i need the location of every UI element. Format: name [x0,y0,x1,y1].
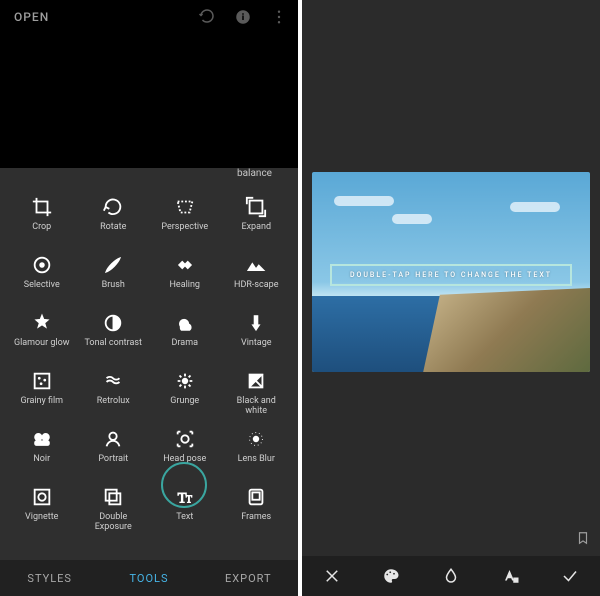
tool-grainy[interactable]: Grainy film [6,364,78,422]
tool-grunge[interactable]: Grunge [149,364,221,422]
tool-label: Vintage [241,338,272,348]
tool-label: Glamour glow [14,338,70,348]
tool-label: Grunge [170,396,199,406]
tool-label: Brush [102,280,125,290]
tool-rotate[interactable]: Rotate [78,190,150,248]
cancel-button[interactable] [302,567,362,585]
brush-icon [102,254,124,276]
portrait-icon [102,428,124,450]
lensblur-icon [245,428,267,450]
confirm-button[interactable] [540,567,600,585]
headpose-icon [174,428,196,450]
healing-icon [174,254,196,276]
tool-label: Frames [241,512,271,522]
tool-vignette[interactable]: Vignette [6,480,78,538]
tool-headpose[interactable]: Head pose [149,422,221,480]
rotate-icon [102,196,124,218]
tool-drama[interactable]: Drama [149,306,221,364]
tool-retrolux[interactable]: Retrolux [78,364,150,422]
bw-icon [245,370,267,392]
tool-label: Noir [33,454,50,464]
tool-label: Black and white [226,396,286,416]
text-overlay[interactable]: DOUBLE-TAP HERE TO CHANGE THE TEXT [330,264,572,286]
tool-label: Perspective [161,222,208,232]
text-style-button[interactable] [481,567,541,585]
text-overlay-label: DOUBLE-TAP HERE TO CHANGE THE TEXT [350,271,552,279]
tool-label: Portrait [98,454,128,464]
tool-brush[interactable]: Brush [78,248,150,306]
tool-label: Healing [170,280,201,290]
tool-lensblur[interactable]: Lens Blur [221,422,293,480]
tab-tools[interactable]: TOOLS [99,560,198,596]
photo-cloud [392,214,432,224]
photo-cloud [510,202,560,212]
tool-label: Text [176,512,193,522]
crop-icon [31,196,53,218]
image-canvas: OPEN [0,0,298,168]
tool-bw[interactable]: Black and white [221,364,293,422]
tab-export[interactable]: EXPORT [199,560,298,596]
perspective-icon [174,196,196,218]
vintage-icon [245,312,267,334]
drama-icon [174,312,196,334]
tool-frames[interactable]: Frames [221,480,293,538]
open-button[interactable]: OPEN [14,10,49,24]
color-button[interactable] [362,567,422,585]
opacity-button[interactable] [421,567,481,585]
grainy-icon [31,370,53,392]
photo-land [423,288,590,372]
more-icon[interactable] [270,8,288,30]
bookmark-icon[interactable] [576,530,590,550]
undo-stack-icon[interactable] [198,8,216,30]
grunge-icon [174,370,196,392]
overflow-tool-label: balance [0,168,298,186]
tool-label: Vignette [25,512,58,522]
tool-label: Expand [241,222,271,232]
glamour-icon [31,312,53,334]
tool-label: HDR-scape [234,280,278,290]
photo-preview[interactable]: DOUBLE-TAP HERE TO CHANGE THE TEXT [312,172,590,372]
tool-label: Head pose [163,454,206,464]
left-screen: OPEN balance Crop Rotate Perspective Expand… [0,0,298,596]
tool-hdrscape[interactable]: HDR-scape [221,248,293,306]
tool-label: Lens Blur [238,454,275,464]
info-icon[interactable] [234,8,252,30]
tool-label: Selective [24,280,60,290]
tool-label: Drama [172,338,198,348]
tool-label: Double Exposure [83,512,143,532]
selective-icon [31,254,53,276]
hdrscape-icon [245,254,267,276]
tool-crop[interactable]: Crop [6,190,78,248]
tab-styles[interactable]: STYLES [0,560,99,596]
tool-selective[interactable]: Selective [6,248,78,306]
tools-panel: balance Crop Rotate Perspective Expand Selec… [0,168,298,560]
tonal-icon [102,312,124,334]
text-tool-toolbar [302,556,600,596]
right-screen: DOUBLE-TAP HERE TO CHANGE THE TEXT [302,0,600,596]
tool-vintage[interactable]: Vintage [221,306,293,364]
tool-portrait[interactable]: Portrait [78,422,150,480]
noir-icon [31,428,53,450]
bottom-tabs: STYLES TOOLS EXPORT [0,560,298,596]
tool-perspective[interactable]: Perspective [149,190,221,248]
tool-label: Retrolux [97,396,130,406]
frames-icon [245,486,267,508]
vignette-icon [31,486,53,508]
tool-double[interactable]: Double Exposure [78,480,150,538]
tool-noir[interactable]: Noir [6,422,78,480]
tool-label: Tonal contrast [85,338,142,348]
retrolux-icon [102,370,124,392]
double-icon [102,486,124,508]
tool-label: Grainy film [20,396,63,406]
text-icon [174,486,196,508]
tool-tonal[interactable]: Tonal contrast [78,306,150,364]
tool-glamour[interactable]: Glamour glow [6,306,78,364]
tool-text[interactable]: Text [149,480,221,538]
photo-cloud [334,196,394,206]
tool-healing[interactable]: Healing [149,248,221,306]
expand-icon [245,196,267,218]
tool-label: Rotate [100,222,126,232]
tool-expand[interactable]: Expand [221,190,293,248]
tool-label: Crop [32,222,51,232]
